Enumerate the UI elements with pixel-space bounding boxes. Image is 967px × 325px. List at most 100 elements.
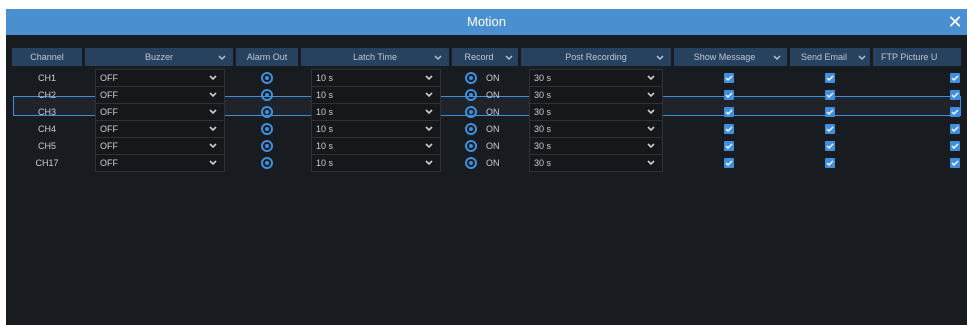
record-radio[interactable] [465,69,485,87]
alarm-out-radio[interactable] [236,120,298,138]
radio-icon [465,123,477,135]
buzzer-select[interactable]: OFF [95,86,225,104]
buzzer-value: OFF [100,90,118,100]
table-row[interactable]: CH17 OFF 10 s ON 30 s [10,154,961,172]
send-email-checkbox[interactable] [825,73,835,83]
buzzer-select[interactable]: OFF [95,154,225,172]
record-radio[interactable] [465,120,485,138]
show-message-checkbox[interactable] [724,73,734,83]
radio-icon [465,140,477,152]
dialog-title: Motion [466,14,507,29]
post-recording-value: 30 s [534,107,552,117]
alarm-out-radio[interactable] [236,103,298,121]
header-channel: Channel [12,48,82,66]
alarm-out-radio[interactable] [236,86,298,104]
send-email-checkbox[interactable] [825,90,835,100]
show-message-checkbox[interactable] [724,107,734,117]
latch-time-select[interactable]: 10 s [311,154,441,172]
table-row[interactable]: CH1 OFF 10 s ON 30 s [10,69,961,87]
radio-icon [465,89,477,101]
record-radio[interactable] [465,86,485,104]
latch-time-select[interactable]: 10 s [311,69,441,87]
chevron-down-icon [425,92,433,98]
chevron-down-icon [656,55,664,60]
table-row[interactable]: CH5 OFF 10 s ON 30 s [10,137,961,155]
ftp-picture-checkbox[interactable] [950,107,960,117]
latch-time-select[interactable]: 10 s [311,120,441,138]
post-recording-select[interactable]: 30 s [529,137,663,155]
alarm-out-radio[interactable] [236,69,298,87]
buzzer-value: OFF [100,73,118,83]
chevron-down-icon [425,143,433,149]
send-email-checkbox[interactable] [825,124,835,134]
header-post-recording[interactable]: Post Recording [521,48,671,66]
header-record[interactable]: Record [452,48,518,66]
record-radio[interactable] [465,137,485,155]
latch-time-select[interactable]: 10 s [311,137,441,155]
latch-time-value: 10 s [316,124,334,134]
post-recording-select[interactable]: 30 s [529,154,663,172]
buzzer-select[interactable]: OFF [95,103,225,121]
post-recording-value: 30 s [534,73,552,83]
table-row[interactable]: CH2 OFF 10 s ON 30 s [10,86,961,104]
send-email-checkbox[interactable] [825,141,835,151]
chevron-down-icon [218,55,226,60]
show-message-checkbox[interactable] [724,124,734,134]
ftp-picture-checkbox[interactable] [950,141,960,151]
post-recording-select[interactable]: 30 s [529,120,663,138]
post-recording-select[interactable]: 30 s [529,69,663,87]
chevron-down-icon [209,126,217,132]
ftp-picture-checkbox[interactable] [950,90,960,100]
latch-time-select[interactable]: 10 s [311,86,441,104]
radio-icon [261,106,273,118]
send-email-checkbox[interactable] [825,158,835,168]
motion-table: Channel Buzzer Alarm Out Latch Time Reco… [10,48,961,316]
header-latch-time[interactable]: Latch Time [301,48,449,66]
post-recording-value: 30 s [534,90,552,100]
record-radio[interactable] [465,103,485,121]
post-recording-value: 30 s [534,141,552,151]
alarm-out-radio[interactable] [236,137,298,155]
send-email-checkbox[interactable] [825,107,835,117]
header-alarm-out: Alarm Out [236,48,298,66]
ftp-picture-checkbox[interactable] [950,73,960,83]
latch-time-value: 10 s [316,141,334,151]
alarm-out-radio[interactable] [236,154,298,172]
channel-label: CH1 [37,73,56,83]
header-buzzer[interactable]: Buzzer [85,48,233,66]
post-recording-select[interactable]: 30 s [529,86,663,104]
buzzer-select[interactable]: OFF [95,137,225,155]
radio-icon [465,72,477,84]
show-message-checkbox[interactable] [724,158,734,168]
buzzer-value: OFF [100,141,118,151]
latch-time-select[interactable]: 10 s [311,103,441,121]
record-radio[interactable] [465,154,485,172]
chevron-down-icon [209,109,217,115]
channel-label: CH4 [37,124,56,134]
show-message-checkbox[interactable] [724,90,734,100]
show-message-checkbox[interactable] [724,141,734,151]
header-ftp-picture[interactable]: FTP Picture U [873,48,961,66]
buzzer-value: OFF [100,107,118,117]
header-send-email[interactable]: Send Email [790,48,870,66]
radio-icon [261,123,273,135]
chevron-down-icon [425,75,433,81]
header-show-message[interactable]: Show Message [674,48,787,66]
chevron-down-icon [647,160,655,166]
post-recording-value: 30 s [534,158,552,168]
channel-label: CH5 [37,141,56,151]
buzzer-select[interactable]: OFF [95,120,225,138]
close-icon[interactable]: ✕ [945,9,965,35]
table-row[interactable]: CH4 OFF 10 s ON 30 s [10,120,961,138]
post-recording-select[interactable]: 30 s [529,103,663,121]
buzzer-select[interactable]: OFF [95,69,225,87]
record-value: ON [486,124,500,134]
channel-label: CH2 [37,90,56,100]
table-row[interactable]: CH3 OFF 10 s ON 30 s [10,103,961,121]
latch-time-value: 10 s [316,107,334,117]
ftp-picture-checkbox[interactable] [950,158,960,168]
chevron-down-icon [505,55,513,60]
chevron-down-icon [209,160,217,166]
buzzer-value: OFF [100,124,118,134]
ftp-picture-checkbox[interactable] [950,124,960,134]
